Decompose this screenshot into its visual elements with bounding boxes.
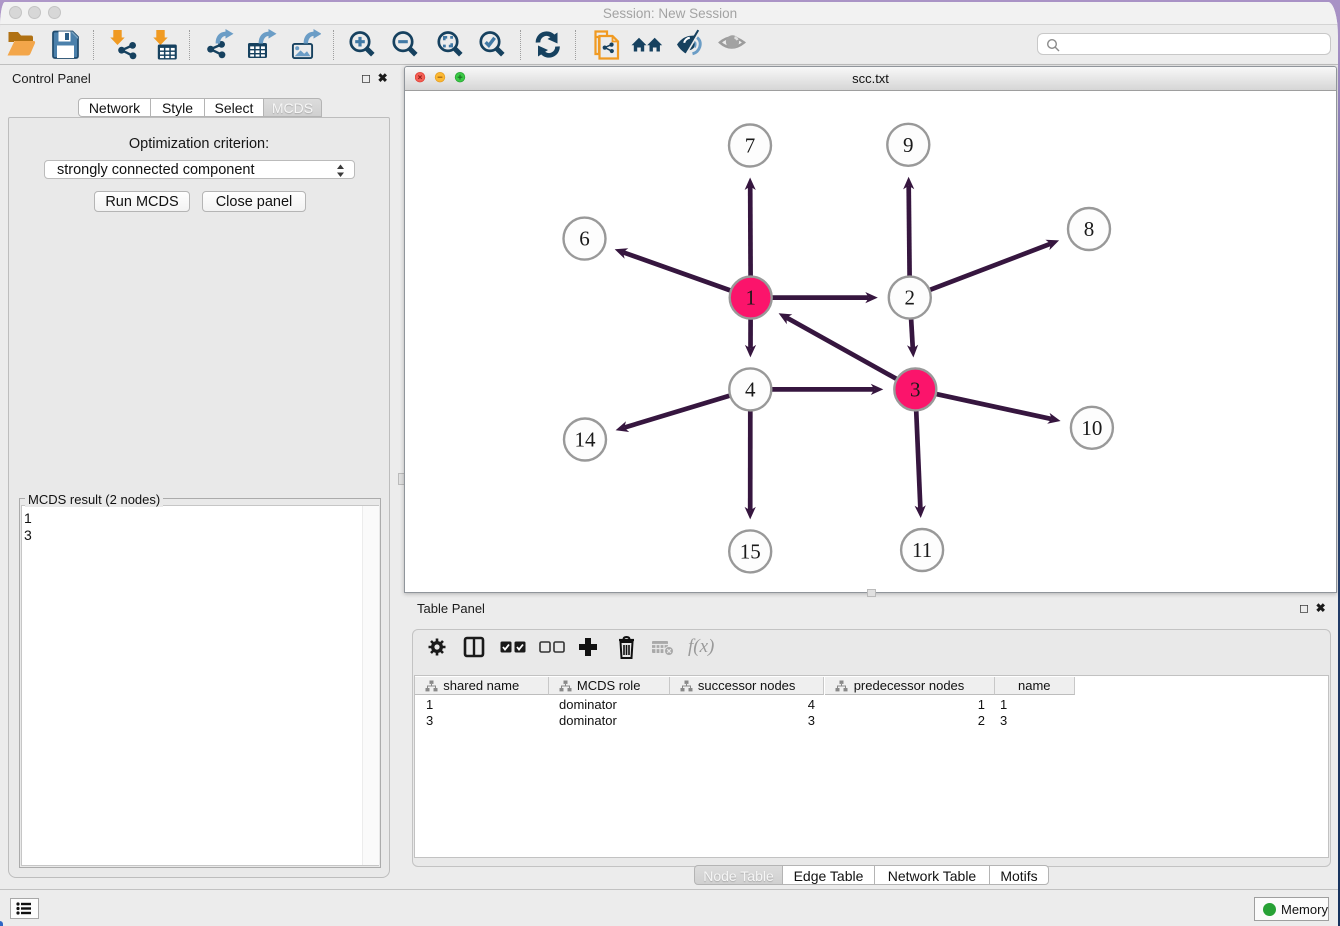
svg-text:11: 11 <box>912 538 932 562</box>
svg-text:8: 8 <box>1084 217 1095 241</box>
svg-text:10: 10 <box>1081 416 1102 440</box>
svg-text:3: 3 <box>910 377 921 401</box>
svg-text:1: 1 <box>745 286 756 310</box>
svg-text:2: 2 <box>905 286 916 310</box>
svg-text:9: 9 <box>903 133 914 157</box>
svg-text:4: 4 <box>745 377 756 401</box>
svg-text:15: 15 <box>740 539 761 563</box>
svg-text:6: 6 <box>579 227 590 251</box>
svg-text:7: 7 <box>745 134 756 158</box>
svg-text:14: 14 <box>575 428 597 452</box>
